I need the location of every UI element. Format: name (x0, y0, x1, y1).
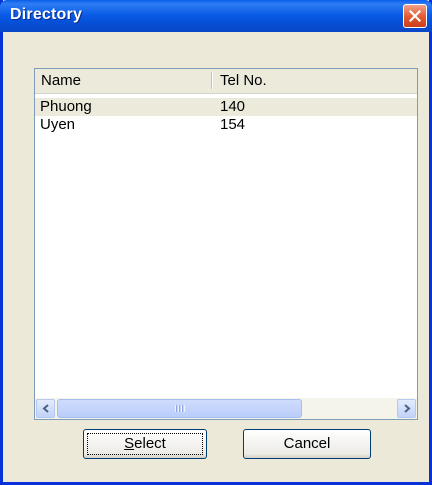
grip-icon (174, 405, 185, 412)
column-divider[interactable] (211, 72, 212, 89)
cancel-button[interactable]: Cancel (243, 429, 371, 459)
select-button[interactable]: Select (83, 429, 207, 459)
arrow-left-icon (41, 404, 49, 413)
contact-name: Phuong (40, 98, 92, 115)
close-icon (409, 10, 421, 22)
column-header-tel[interactable]: Tel No. (220, 69, 267, 92)
contact-tel: 154 (220, 116, 246, 133)
scroll-right-button[interactable] (397, 399, 416, 418)
directory-dialog: Directory Name Tel No. Phuong 140 Uyen 1… (0, 0, 432, 485)
contact-name: Uyen (40, 116, 76, 133)
close-button[interactable] (403, 4, 427, 28)
arrow-right-icon (403, 404, 411, 413)
list-item[interactable]: Uyen 154 (35, 116, 417, 134)
list-rows: Phuong 140 Uyen 154 (35, 98, 417, 134)
title-bar[interactable]: Directory (0, 0, 432, 32)
column-header-name[interactable]: Name (41, 69, 81, 92)
select-label: elect (134, 435, 166, 452)
list-header: Name Tel No. (35, 69, 417, 94)
list-item[interactable]: Phuong 140 (35, 98, 417, 116)
horizontal-scrollbar[interactable] (35, 398, 417, 419)
contact-tel: 140 (220, 98, 246, 115)
directory-list[interactable]: Name Tel No. Phuong 140 Uyen 154 (34, 68, 418, 420)
dialog-title: Directory (10, 6, 83, 23)
scroll-thumb[interactable] (57, 399, 302, 418)
scroll-left-button[interactable] (36, 399, 55, 418)
select-mnemonic: S (124, 435, 135, 452)
